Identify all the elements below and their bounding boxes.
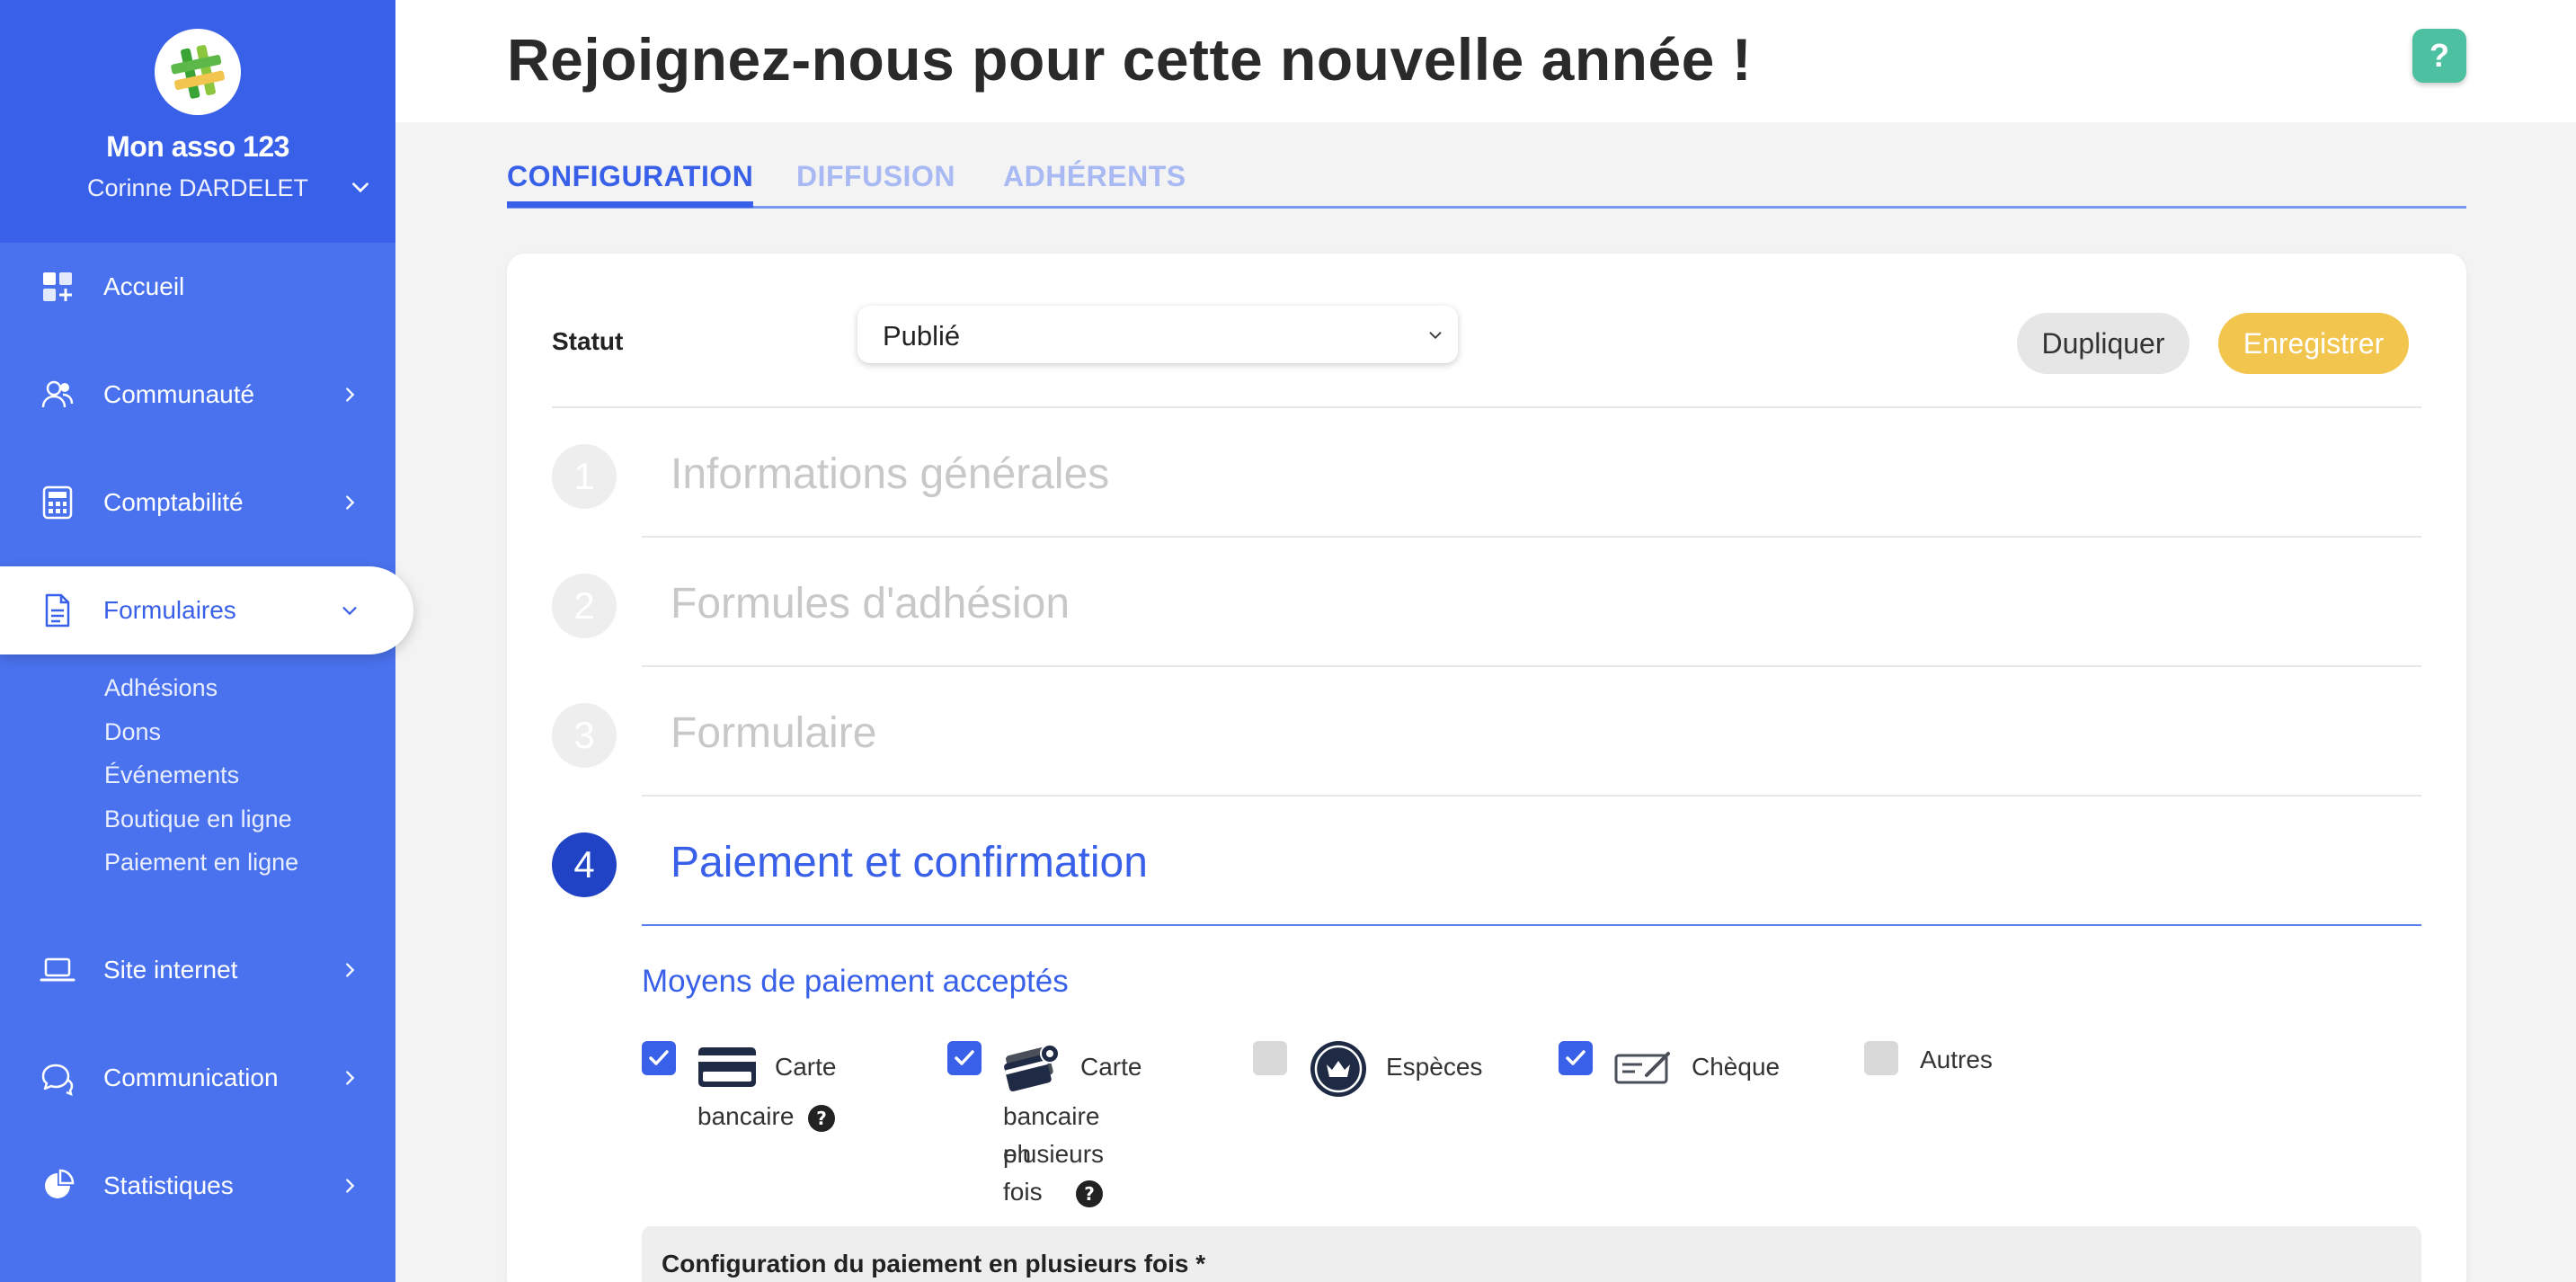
chevron-right-icon <box>346 963 355 977</box>
sidebar-item-label: Comptabilité <box>103 488 244 516</box>
save-button[interactable]: Enregistrer <box>2218 313 2409 374</box>
step-title: Informations générales <box>671 450 1110 498</box>
chevron-down-icon <box>1429 332 1442 340</box>
checkmark-icon <box>649 1050 669 1065</box>
tab-diffusion[interactable]: DIFFUSION <box>796 160 955 193</box>
payment-label-line: Carte <box>1080 1053 1142 1081</box>
calculator-icon <box>42 485 73 520</box>
chevron-right-icon <box>346 1071 355 1085</box>
checkbox-cheque[interactable] <box>1559 1041 1593 1075</box>
sidebar-item-label: Communauté <box>103 380 255 408</box>
step-informations-generales[interactable]: 1 Informations générales <box>552 408 2421 538</box>
step-paiement-confirmation[interactable]: 4 Paiement et confirmation <box>552 797 2421 926</box>
tab-configuration[interactable]: CONFIGURATION <box>507 160 753 193</box>
step-number: 4 <box>552 832 617 897</box>
checkmark-icon <box>1566 1050 1586 1065</box>
sidebar-item-accueil[interactable]: Accueil <box>0 243 395 331</box>
step-formulaire[interactable]: 3 Formulaire <box>552 667 2421 797</box>
sidebar-subitem-dons[interactable]: Dons <box>104 718 161 746</box>
sidebar-subitem-paiement[interactable]: Paiement en ligne <box>104 849 298 877</box>
pie-chart-icon <box>45 1169 75 1198</box>
user-name[interactable]: Corinne DARDELET <box>0 174 395 202</box>
sidebar-header: Mon asso 123 Corinne DARDELET <box>0 0 395 243</box>
checkbox-carte-plusieurs-fois[interactable] <box>947 1041 982 1075</box>
sidebar-item-label: Formulaires <box>103 596 236 624</box>
question-circle-icon[interactable]: ? <box>807 1104 836 1133</box>
chevron-down-icon <box>342 607 357 616</box>
users-icon <box>41 380 74 408</box>
status-select[interactable]: Publié <box>857 306 1458 363</box>
form-card: Statut Publié Dupliquer Enregistrer 1 In… <box>507 254 2466 1282</box>
checkbox-carte-bancaire[interactable] <box>642 1041 676 1075</box>
org-logo[interactable] <box>155 29 241 115</box>
step-divider <box>642 924 2421 926</box>
credit-card-icon <box>698 1047 756 1087</box>
status-select-value: Publié <box>883 320 961 352</box>
document-icon <box>45 593 70 628</box>
sidebar-item-site-internet[interactable]: Site internet <box>0 926 395 1014</box>
hashtag-logo-icon <box>171 45 225 99</box>
installment-config-panel: Configuration du paiement en plusieurs f… <box>642 1226 2421 1282</box>
sidebar-subitem-boutique[interactable]: Boutique en ligne <box>104 806 292 833</box>
sidebar: Mon asso 123 Corinne DARDELET Accueil Co… <box>0 0 413 1282</box>
sidebar-item-label: Site internet <box>103 956 238 984</box>
chevron-right-icon <box>346 387 355 402</box>
multi-card-icon <box>1004 1044 1060 1092</box>
tab-bar: CONFIGURATION DIFFUSION ADHÉRENTS <box>507 153 2466 209</box>
payment-methods-title: Moyens de paiement acceptés <box>642 964 1069 999</box>
tab-adherents[interactable]: ADHÉRENTS <box>1003 160 1186 193</box>
payment-label-line: Chèque <box>1692 1053 1781 1081</box>
svg-text:?: ? <box>1084 1183 1095 1205</box>
page-header: Rejoignez-nous pour cette nouvelle année… <box>395 0 2576 122</box>
sidebar-subitem-adhesions[interactable]: Adhésions <box>104 674 218 702</box>
chevron-right-icon <box>346 495 355 510</box>
help-button[interactable]: ? <box>2412 29 2466 83</box>
laptop-icon <box>40 957 76 982</box>
chat-icon <box>41 1064 74 1096</box>
payment-label-line: bancaire <box>697 1102 795 1130</box>
installment-config-title: Configuration du paiement en plusieurs f… <box>662 1250 1206 1278</box>
sidebar-item-statistiques[interactable]: Statistiques <box>0 1142 395 1230</box>
step-formules-adhesion[interactable]: 2 Formules d'adhésion <box>552 538 2421 667</box>
sidebar-item-communaute[interactable]: Communauté <box>0 351 395 439</box>
question-circle-icon[interactable]: ? <box>1075 1180 1104 1208</box>
svg-text:?: ? <box>816 1108 827 1129</box>
chevron-right-icon <box>346 1179 355 1193</box>
step-title: Formulaire <box>671 709 877 757</box>
payment-label-line: Carte <box>775 1053 837 1081</box>
coin-icon <box>1310 1041 1366 1097</box>
sidebar-subitem-evenements[interactable]: Événements <box>104 761 239 789</box>
status-label: Statut <box>552 327 624 355</box>
sidebar-item-label: Accueil <box>103 272 185 300</box>
active-tab-indicator <box>507 201 753 208</box>
dashboard-icon <box>43 272 72 301</box>
checkmark-icon <box>955 1050 974 1065</box>
step-title: Formules d'adhésion <box>671 580 1070 628</box>
step-title: Paiement et confirmation <box>671 839 1148 886</box>
sidebar-item-communication[interactable]: Communication <box>0 1034 395 1122</box>
cheque-icon <box>1614 1052 1670 1084</box>
payment-label-line: Autres <box>1920 1046 1993 1073</box>
step-number: 2 <box>552 574 617 638</box>
checkbox-autres[interactable] <box>1864 1041 1898 1075</box>
step-number: 3 <box>552 703 617 768</box>
sidebar-item-formulaires[interactable]: Formulaires <box>0 566 413 654</box>
sidebar-item-label: Communication <box>103 1064 279 1091</box>
page-title: Rejoignez-nous pour cette nouvelle année… <box>507 26 1753 93</box>
chevron-down-icon[interactable] <box>349 176 372 200</box>
org-name: Mon asso 123 <box>106 130 289 163</box>
payment-label-line: Espèces <box>1386 1053 1483 1081</box>
checkbox-especes[interactable] <box>1253 1041 1287 1075</box>
sidebar-item-comptabilite[interactable]: Comptabilité <box>0 458 395 547</box>
sidebar-item-label: Statistiques <box>103 1171 234 1199</box>
duplicate-button[interactable]: Dupliquer <box>2017 313 2190 374</box>
step-number: 1 <box>552 444 617 509</box>
